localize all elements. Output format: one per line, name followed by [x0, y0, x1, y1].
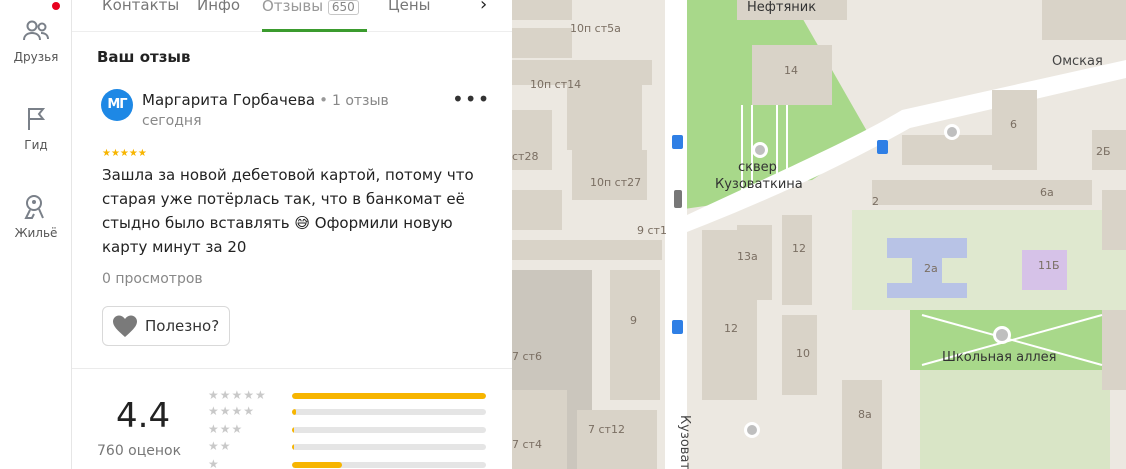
park-skver-line1[interactable]: сквер — [738, 160, 777, 175]
map-label-8a: 8а — [858, 408, 872, 421]
rail-item-housing[interactable]: Жильё — [0, 192, 72, 240]
rating-dist-row-5: ★★★★★ — [208, 389, 488, 403]
left-rail: Друзья Гид Жильё — [0, 0, 72, 469]
org-panel: Контакты Инфо Отзывы 650 Цены › Ваш отзы… — [72, 0, 512, 469]
dist-track-5 — [292, 393, 486, 399]
map-label-12: 12 — [792, 242, 806, 255]
rating-value: 4.4 — [116, 396, 171, 436]
dist-track-1 — [292, 462, 486, 468]
separator-dot: • — [319, 91, 328, 109]
street-omskaya: Омская — [1052, 54, 1103, 69]
tabs-bar: Контакты Инфо Отзывы 650 Цены › — [72, 0, 512, 32]
tab-active-underline — [262, 29, 367, 32]
dist-fill-4 — [292, 409, 296, 415]
author-review-count: 1 отзыв — [331, 93, 389, 109]
map-label-7-st4: 7 ст4 — [512, 438, 542, 451]
park-skver-line2[interactable]: Кузоваткина — [715, 177, 803, 192]
map-label-6: 6 — [1010, 118, 1017, 131]
review-date: сегодня — [142, 113, 202, 129]
author-name[interactable]: Маргарита Горбачева — [142, 91, 315, 109]
rating-dist-row-1: ★ — [208, 458, 488, 469]
dist-track-4 — [292, 409, 486, 415]
dist-stars-2: ★★ — [208, 439, 232, 453]
rail-item-friends[interactable]: Друзья — [0, 16, 72, 64]
map-label-10p-st27: 10п ст27 — [590, 176, 642, 189]
tab-reviews-label: Отзывы — [262, 0, 324, 15]
map-label-9: 9 — [630, 314, 637, 327]
dist-stars-4: ★★★★ — [208, 404, 256, 418]
dist-fill-1 — [292, 462, 343, 468]
dist-stars-5: ★★★★★ — [208, 388, 267, 402]
dist-stars-1: ★ — [208, 457, 220, 469]
tab-info[interactable]: Инфо — [197, 0, 240, 30]
dist-fill-5 — [292, 393, 486, 399]
map-label-9-st1: 9 ст1 — [637, 224, 667, 237]
map-label-7-st12: 7 ст12 — [588, 423, 625, 436]
useful-button[interactable]: Полезно? — [102, 306, 230, 346]
map-label-10p-st14: 10п ст14 — [530, 78, 582, 91]
tab-contacts[interactable]: Контакты — [102, 0, 179, 30]
dist-fill-3 — [292, 427, 294, 433]
dist-fill-2 — [292, 444, 294, 450]
map-canvas — [512, 0, 1126, 469]
housing-key-icon — [24, 195, 44, 219]
rail-label-friends: Друзья — [13, 50, 59, 64]
avatar[interactable]: МГ — [101, 89, 133, 121]
map-label-7-st6: 7 ст6 — [512, 350, 542, 363]
heart-icon — [113, 315, 137, 337]
dist-track-2 — [292, 444, 486, 450]
map-label-2a: 2а — [924, 262, 938, 275]
map-label-13a: 13а — [737, 250, 758, 263]
map-label-2: 2 — [872, 195, 879, 208]
rail-label-guide: Гид — [24, 138, 48, 152]
rail-item-guide[interactable]: Гид — [0, 104, 72, 152]
tab-reviews-count: 650 — [327, 0, 359, 15]
rating-dist-row-2: ★★ — [208, 440, 488, 454]
park-school-alley[interactable]: Школьная аллея — [942, 350, 1057, 365]
map-label-6a: 6а — [1040, 186, 1054, 199]
dist-track-3 — [292, 427, 486, 433]
review-views: 0 просмотров — [102, 271, 203, 287]
useful-label: Полезно? — [145, 317, 220, 335]
rating-dist-row-3: ★★★ — [208, 423, 488, 437]
rating-dist-row-4: ★★★★ — [208, 405, 488, 419]
notification-dot — [52, 2, 60, 10]
map-label-2b: 2Б — [1096, 145, 1111, 158]
chevron-right-icon[interactable]: › — [480, 0, 500, 18]
street-kuzovatkina: Кузоватк — [677, 415, 692, 469]
friends-icon — [23, 20, 49, 41]
map-label-14: 14 — [784, 64, 798, 77]
more-options-button[interactable]: ••• — [452, 89, 489, 116]
review-author: Маргарита Горбачева • 1 отзыв — [142, 91, 389, 109]
map-label-10: 10 — [796, 347, 810, 360]
your-review-title: Ваш отзыв — [97, 48, 191, 66]
tab-reviews[interactable]: Отзывы 650 — [262, 0, 359, 30]
map-label-neftyanik[interactable]: Нефтяник — [747, 0, 816, 15]
flag-icon — [28, 108, 46, 130]
tab-prices[interactable]: Цены — [388, 0, 431, 30]
map-view[interactable]: Нефтяник 14 10п ст5а 10п ст14 ст28 10п с… — [512, 0, 1126, 469]
review-text: Зашла за новой дебетовой картой, потому … — [102, 166, 474, 256]
dist-stars-3: ★★★ — [208, 422, 244, 436]
rail-label-housing: Жильё — [14, 226, 58, 240]
map-label-st28: ст28 — [512, 150, 539, 163]
rating-count: 760 оценок — [97, 443, 182, 459]
divider — [72, 368, 512, 369]
map-label-12b: 12 — [724, 322, 738, 335]
map-label-11b: 11Б — [1038, 259, 1060, 272]
map-label-10p-st5a: 10п ст5а — [570, 22, 621, 35]
review-stars: ★★★★★ — [102, 148, 147, 159]
